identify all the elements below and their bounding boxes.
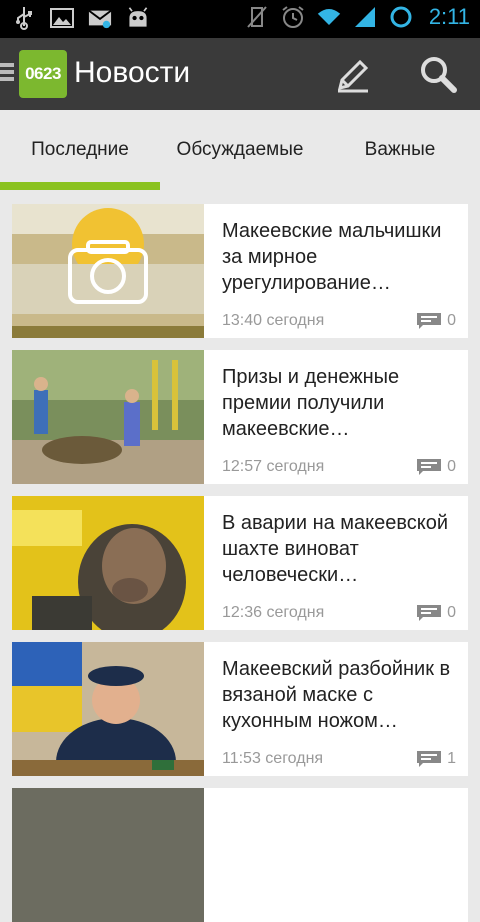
android-debug-icon xyxy=(126,6,150,30)
list-item[interactable]: Макеевский разбойник в вязаной маске с к… xyxy=(12,642,468,776)
status-bar: 2:11 xyxy=(0,0,480,38)
app-logo[interactable]: 0623 xyxy=(19,50,67,98)
usb-icon xyxy=(12,6,36,30)
drawer-menu-icon[interactable] xyxy=(0,60,14,86)
clock: 2:11 xyxy=(428,4,470,29)
edit-icon[interactable] xyxy=(334,56,372,94)
comment-icon xyxy=(417,751,442,767)
article-thumbnail xyxy=(12,496,204,630)
tab-bar: Последние Обсуждаемые Важные xyxy=(0,110,480,190)
comment-count: 0 xyxy=(417,312,456,330)
comment-icon xyxy=(417,605,442,621)
comment-icon xyxy=(417,313,442,329)
article-time: 12:57 сегодня xyxy=(222,458,325,475)
tab-important[interactable]: Важные xyxy=(320,110,480,190)
alarm-icon xyxy=(281,5,305,29)
article-title: Макеевский разбойник в вязаной маске с к… xyxy=(222,658,451,732)
signal-icon xyxy=(353,5,377,29)
article-title: Призы и денежные премии получили макеевс… xyxy=(222,366,400,440)
search-icon[interactable] xyxy=(418,54,458,94)
selected-tab-indicator xyxy=(0,182,160,190)
article-thumbnail xyxy=(12,350,204,484)
article-thumbnail xyxy=(12,204,204,338)
comment-icon xyxy=(417,459,442,475)
comment-count: 0 xyxy=(417,604,456,622)
list-item[interactable]: Призы и денежные премии получили макеевс… xyxy=(12,350,468,484)
image-icon xyxy=(50,6,74,30)
page-title: Новости xyxy=(74,56,191,89)
article-thumbnail xyxy=(12,788,204,922)
wifi-icon xyxy=(317,5,341,29)
comment-count: 0 xyxy=(417,458,456,476)
tab-discussed[interactable]: Обсуждаемые xyxy=(160,110,320,190)
article-time: 12:36 сегодня xyxy=(222,604,325,621)
action-bar: 0623 Новости xyxy=(0,38,480,110)
mail-icon xyxy=(88,6,112,30)
list-item[interactable] xyxy=(12,788,468,922)
sync-icon xyxy=(389,5,413,29)
comment-count: 1 xyxy=(417,750,456,768)
list-item[interactable]: В аварии на макеевской шахте виноват чел… xyxy=(12,496,468,630)
vibrate-off-icon xyxy=(245,5,269,29)
article-title: Макеевские мальчишки за мирное урегулиро… xyxy=(222,220,442,294)
article-time: 11:53 сегодня xyxy=(222,750,324,767)
article-title: В аварии на макеевской шахте виноват чел… xyxy=(222,512,449,586)
article-time: 13:40 сегодня xyxy=(222,312,325,329)
article-thumbnail xyxy=(12,642,204,776)
list-item[interactable]: Макеевские мальчишки за мирное урегулиро… xyxy=(12,204,468,338)
tab-latest[interactable]: Последние xyxy=(0,110,160,190)
